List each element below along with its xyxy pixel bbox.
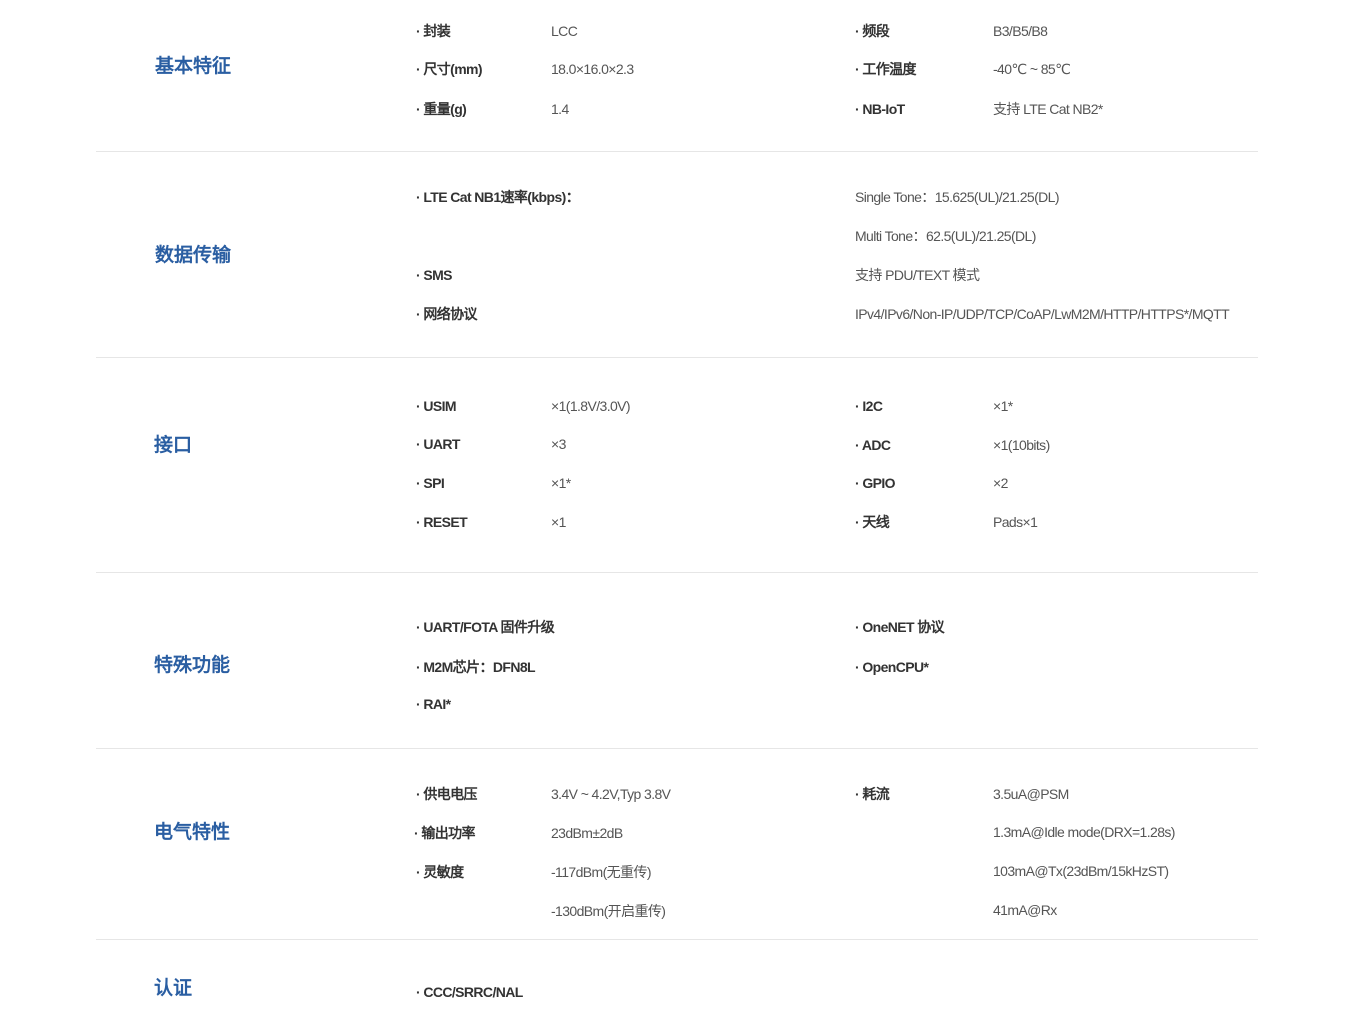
temp-label: · 工作温度 (855, 61, 917, 77)
i2c-value: ×1* (993, 398, 1013, 414)
section-title-data: 数据传输 (155, 245, 232, 266)
reset-label: · RESET (416, 514, 468, 530)
antenna-value: Pads×1 (993, 514, 1038, 530)
current-label: · 耗流 (855, 786, 890, 802)
divider (96, 939, 1258, 940)
special-item: · UART/FOTA 固件升级 (416, 619, 555, 635)
spi-value: ×1* (551, 475, 571, 491)
sensitivity-label: · 灵敏度 (416, 864, 464, 880)
divider (96, 572, 1258, 573)
usim-value: ×1(1.8V/3.0V) (551, 398, 631, 414)
package-label: · 封装 (416, 23, 451, 39)
uart-label: · UART (416, 436, 460, 452)
section-title-electrical: 电气特性 (154, 822, 231, 843)
spi-label: · SPI (416, 475, 445, 491)
voltage-label: · 供电电压 (416, 786, 478, 802)
cert-value: · CCC/SRRC/NAL (416, 984, 523, 1000)
weight-label: · 重量(g) (416, 101, 467, 117)
sensitivity-value: -130dBm(开启重传) (551, 903, 666, 919)
nbiot-label: · NB-IoT (855, 101, 905, 117)
antenna-label: · 天线 (855, 514, 890, 530)
special-item: · M2M芯片：DFN8L (416, 659, 536, 675)
divider (96, 748, 1258, 749)
power-value: 23dBm±2dB (551, 825, 623, 841)
nbiot-value: 支持 LTE Cat NB2* (993, 101, 1103, 117)
current-value: 41mA@Rx (993, 902, 1057, 918)
weight-value: 1.4 (551, 101, 569, 117)
power-label: · 输出功率 (414, 825, 476, 841)
divider (96, 151, 1258, 152)
size-value: 18.0×16.0×2.3 (551, 61, 634, 77)
section-title-cert: 认证 (154, 978, 193, 999)
current-value: 1.3mA@Idle mode(DRX=1.28s) (993, 824, 1175, 840)
band-label: · 频段 (855, 23, 890, 39)
protocol-label: · 网络协议 (416, 306, 478, 322)
voltage-value: 3.4V ~ 4.2V,Typ 3.8V (551, 786, 671, 802)
uart-value: ×3 (551, 436, 566, 452)
adc-label: · ADC (855, 437, 891, 453)
protocol-value: IPv4/IPv6/Non-IP/UDP/TCP/CoAP/LwM2M/HTTP… (855, 306, 1230, 322)
sms-value: 支持 PDU/TEXT 模式 (855, 267, 980, 283)
current-value: 103mA@Tx(23dBm/15kHzST) (993, 863, 1169, 879)
section-title-special: 特殊功能 (154, 655, 231, 676)
reset-value: ×1 (551, 514, 566, 530)
usim-label: · USIM (416, 398, 457, 414)
size-label: · 尺寸(mm) (416, 61, 483, 77)
special-item: · OneNET 协议 (855, 619, 945, 635)
rate-single-value: Single Tone：15.625(UL)/21.25(DL) (855, 189, 1060, 205)
rate-label: · LTE Cat NB1速率(kbps)： (416, 189, 580, 205)
gpio-label: · GPIO (855, 475, 896, 491)
section-title-interface: 接口 (154, 435, 193, 456)
sms-label: · SMS (416, 267, 452, 283)
rate-multi-value: Multi Tone：62.5(UL)/21.25(DL) (855, 228, 1036, 244)
special-item: · OpenCPU* (855, 659, 929, 675)
current-value: 3.5uA@PSM (993, 786, 1069, 802)
package-value: LCC (551, 23, 578, 39)
adc-value: ×1(10bits) (993, 437, 1050, 453)
i2c-label: · I2C (855, 398, 883, 414)
sensitivity-value: -117dBm(无重传) (551, 864, 652, 880)
band-value: B3/B5/B8 (993, 23, 1048, 39)
section-title-basic: 基本特征 (155, 56, 232, 77)
divider (96, 357, 1258, 358)
temp-value: -40℃ ~ 85℃ (993, 61, 1071, 77)
special-item: · RAI* (416, 696, 451, 712)
gpio-value: ×2 (993, 475, 1008, 491)
